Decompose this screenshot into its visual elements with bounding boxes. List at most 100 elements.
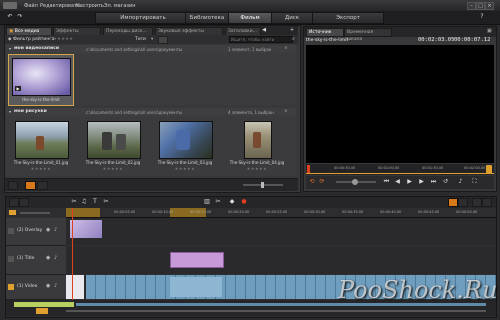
track-target-button[interactable] (8, 256, 14, 262)
shuttle-handle[interactable] (352, 179, 358, 185)
thumbnail-view-button[interactable] (25, 181, 36, 190)
tab-export[interactable]: Экспорт (312, 12, 384, 24)
scissors-icon[interactable]: ✂ (102, 198, 110, 205)
menu-settings[interactable]: Настроить (76, 3, 104, 9)
scroll-left-icon[interactable]: ◀ (260, 27, 268, 33)
video-item[interactable]: ▶ the-sky-is-the-limit (8, 54, 74, 106)
shuttle-slider[interactable] (336, 179, 376, 185)
track-lane-title[interactable] (66, 246, 496, 274)
track-target-button[interactable] (8, 228, 14, 234)
scissors-icon[interactable]: ✂ (214, 198, 222, 205)
speaker-icon[interactable]: ♪ (54, 255, 57, 261)
track-name[interactable]: (1) Title (17, 256, 34, 261)
timeline-playhead[interactable] (72, 208, 73, 300)
zoom-out-button[interactable] (482, 198, 492, 207)
add-to-project-button[interactable] (8, 181, 18, 190)
storyboard-button[interactable] (19, 198, 29, 207)
menu-store[interactable]: Эл. магазин (104, 3, 136, 9)
tag-button[interactable] (158, 36, 168, 44)
track-lane-overlay[interactable] (66, 218, 496, 245)
tab-source[interactable]: Источник (306, 28, 344, 37)
track-lock-icon[interactable] (9, 210, 16, 215)
minimize-button[interactable]: – (467, 2, 476, 10)
video-clip[interactable] (66, 275, 84, 299)
ripple-button[interactable] (458, 198, 468, 207)
rider-figure (36, 136, 44, 150)
title-clip[interactable] (170, 252, 224, 268)
scrubber-bar[interactable]: 00:00:30.00 00:01:00.00 00:01:30.00 00:0… (306, 164, 494, 175)
track-target-button[interactable] (8, 284, 14, 290)
delete-icon[interactable]: ▥ (203, 198, 211, 205)
overlay-clip[interactable] (70, 220, 102, 238)
close-section-icon[interactable]: × (284, 46, 288, 51)
loop-icon[interactable]: ↺ (441, 178, 450, 185)
magnet-button[interactable] (448, 198, 458, 207)
rating-filter-icon[interactable]: ◆ (8, 37, 11, 42)
eye-icon[interactable]: ◉ (46, 283, 50, 289)
collapse-icon[interactable]: ▾ (9, 46, 11, 51)
track-name[interactable]: (1) Video (17, 284, 37, 289)
split-icon[interactable]: ✂ (70, 198, 78, 205)
close-section-icon[interactable]: × (284, 109, 288, 114)
play-icon[interactable]: ▶ (405, 178, 414, 185)
tab-import[interactable]: Импортировать (95, 12, 191, 24)
picture-rating[interactable]: ★★★★★ (152, 166, 218, 171)
close-button[interactable]: × (485, 2, 494, 10)
tab-timeline[interactable]: Временная шкала (344, 28, 392, 42)
search-icon[interactable]: ⌕ (292, 36, 295, 42)
track-name[interactable]: (2) Overlay (17, 228, 42, 233)
picture-rating[interactable]: ★★★★★ (224, 166, 290, 171)
maximize-button[interactable]: □ (476, 2, 485, 10)
timeline-scrollbar[interactable] (66, 310, 486, 312)
picture-caption: The-Sky-is-the-Limit_02.jpg (85, 160, 141, 165)
video-clip[interactable] (170, 277, 222, 297)
zoom-in-button[interactable] (472, 198, 482, 207)
picture-item[interactable]: The-Sky-is-the-Limit_03.jpg ★★★★★ (152, 117, 218, 173)
tab-movie[interactable]: Фильм (228, 12, 272, 24)
fullscreen-icon[interactable]: ⛶ (470, 178, 479, 186)
picture-rating[interactable]: ★★★★★ (80, 166, 146, 171)
viewer-menu-icon[interactable]: ▣ (487, 28, 492, 34)
title-icon[interactable]: T (91, 198, 99, 205)
collapse-icon[interactable]: ▾ (9, 109, 11, 114)
search-input[interactable] (229, 36, 293, 43)
menu-edit[interactable]: Редактировать (40, 3, 80, 9)
mark-in-icon[interactable]: ⟲ (308, 178, 316, 185)
eye-icon[interactable]: ◉ (46, 227, 50, 233)
add-tab-icon[interactable]: + (288, 27, 296, 33)
help-icon[interactable]: ? (478, 13, 486, 20)
list-view-button[interactable] (37, 181, 48, 190)
marker-icon[interactable]: ◆ (228, 198, 236, 205)
redo-icon[interactable]: ↷ (16, 13, 24, 20)
step-forward-icon[interactable]: ▶ (417, 178, 426, 185)
picture-rating[interactable]: ★★★★★ (8, 166, 74, 171)
master-volume-slider[interactable] (20, 212, 50, 214)
volume-icon[interactable]: ♪ (456, 178, 465, 185)
speaker-icon[interactable]: ♪ (54, 227, 57, 233)
timeline-ruler[interactable]: 00:00:05.00 00:00:10.00 00:00:15.00 00:0… (66, 208, 496, 218)
menu-file[interactable]: Файл (24, 3, 38, 9)
picture-item[interactable]: The-Sky-is-the-Limit_04.jpg ★★★★★ (224, 117, 290, 173)
speaker-icon[interactable]: ♪ (54, 283, 57, 289)
rating-stars[interactable]: ★★★★★ (53, 37, 73, 42)
picture-item[interactable]: The-Sky-is-the-Limit_01.jpg ★★★★★ (8, 117, 74, 173)
tags-dropdown-icon[interactable]: ▾ (151, 37, 153, 42)
timeline-settings-button[interactable] (9, 198, 19, 207)
go-to-start-icon[interactable]: ⏮ (382, 178, 391, 186)
playhead-marker-icon[interactable]: ● (240, 198, 248, 205)
nav-position-marker[interactable] (36, 308, 48, 314)
audio-icon[interactable]: ♫ (80, 198, 88, 205)
go-to-end-icon[interactable]: ⏭ (429, 178, 438, 186)
rating-filter-label[interactable]: Фильтр рейтинга (13, 37, 54, 42)
videos-grid: ▶ the-sky-is-the-limit (6, 53, 296, 106)
zoom-slider-handle[interactable] (261, 182, 264, 188)
mark-out-icon[interactable]: ⟳ (318, 178, 326, 185)
tab-disc[interactable]: Диск (271, 12, 313, 24)
zoom-slider[interactable] (243, 182, 283, 188)
step-back-icon[interactable]: ◀ (393, 178, 402, 185)
picture-item[interactable]: The-Sky-is-the-Limit_02.jpg ★★★★★ (80, 117, 146, 173)
eye-icon[interactable]: ◉ (46, 255, 50, 261)
undo-icon[interactable]: ↶ (6, 13, 14, 20)
tags-label[interactable]: Теги (135, 37, 146, 42)
tab-library[interactable]: Библиотека (185, 12, 229, 24)
